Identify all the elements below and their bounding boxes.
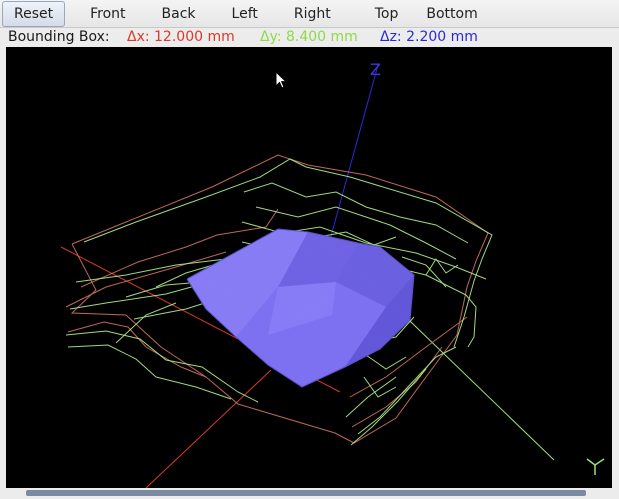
z-axis-label: Z xyxy=(370,60,381,79)
axis-gizmo-icon xyxy=(586,458,605,475)
bounding-box-info: Bounding Box: Δx: 12.000 mm Δy: 8.400 mm… xyxy=(0,28,619,47)
view-toolbar: Reset Front Back Left Right Top Bottom xyxy=(0,0,619,28)
bounding-box-label: Bounding Box: xyxy=(8,29,110,45)
scrollbar-thumb[interactable] xyxy=(26,490,586,496)
front-view-button[interactable]: Front xyxy=(79,2,136,26)
bottom-scrollbar[interactable] xyxy=(0,488,619,499)
reset-view-button[interactable]: Reset xyxy=(2,0,66,27)
top-view-button[interactable]: Top xyxy=(364,2,410,26)
delta-z-value: Δz: 2.200 mm xyxy=(380,29,478,45)
delta-x-value: Δx: 12.000 mm xyxy=(127,29,235,45)
left-view-button[interactable]: Left xyxy=(221,2,269,26)
part-mesh xyxy=(186,228,415,388)
back-view-button[interactable]: Back xyxy=(151,2,207,26)
3d-scene: Z xyxy=(60,60,605,488)
bottom-view-button[interactable]: Bottom xyxy=(415,2,488,26)
z-axis-line xyxy=(327,64,379,248)
3d-viewport[interactable]: Z xyxy=(6,47,612,488)
x-axis-line-lower xyxy=(145,369,272,488)
right-view-button[interactable]: Right xyxy=(283,2,342,26)
mouse-pointer-icon xyxy=(275,71,288,89)
delta-y-value: Δy: 8.400 mm xyxy=(260,29,358,45)
